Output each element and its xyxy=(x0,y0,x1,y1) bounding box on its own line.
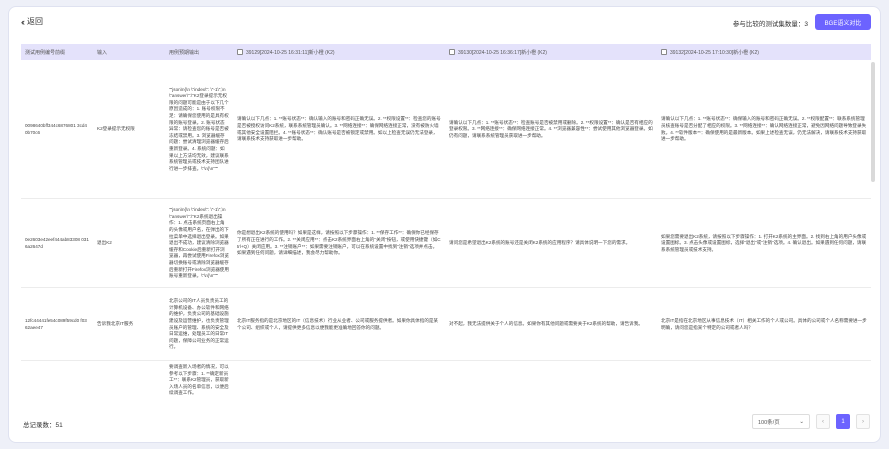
cell-run-3: 北京IT是指在北京地区从事信息技术（IT）相关工作的个人或公司。具体的公司或个人… xyxy=(661,317,867,330)
table-row: 0098640bff344c6876801 3cd40b70c6 K2登录提示无… xyxy=(21,61,871,199)
cell-input: K2登录提示无权限 xyxy=(97,126,135,132)
page-number-button[interactable]: 1 xyxy=(836,414,850,429)
table-row: 要调查新入场者的情况，可以参考以下步骤：1. **确定新员工**：联系K2管理员… xyxy=(21,362,871,412)
page-header: ‹‹ 返回 参与比较的测试集数量：3 BGE语义对比 xyxy=(9,7,880,37)
cell-expected: ""json\n{\n \"index\": \"-1\",\n \"answe… xyxy=(169,207,229,279)
cell-run-3: 如果您需要退出K2系统，请按照以下步骤操作：1. 打开K2系统的主界面。2. 找… xyxy=(661,233,867,252)
cell-id: 12fc44441fe54c089f59cd0 f0362aee47 xyxy=(25,317,87,330)
test-set-count: 参与比较的测试集数量：3 xyxy=(732,21,808,28)
cell-expected: 要调查新入场者的情况，可以参考以下步骤：1. **确定新员工**：联系K2管理员… xyxy=(169,364,229,396)
prev-page-button[interactable]: ‹ xyxy=(816,414,830,429)
cell-expected: ""json\n{\n \"index\": \"-1\",\n \"answe… xyxy=(169,86,229,171)
back-button[interactable]: ‹‹ 返回 xyxy=(21,16,43,27)
cell-run-2: 请问您是希望退出K2系统的账号还是关闭K2系统的应用程序？请具体说明一下您的需求… xyxy=(449,240,631,246)
total-records-value: 51 xyxy=(55,422,63,429)
column-header-input: 输入 xyxy=(97,49,108,56)
cell-run-2: 对不起，我无法提供关于个人的信息。如果你有其他问题或需要关于K2系统的帮助，请告… xyxy=(449,321,643,327)
cell-run-2: 请确认以下几点：1. **账号状态**：检查账号是否被禁用或删除。2. **权限… xyxy=(449,119,653,138)
vertical-scrollbar[interactable] xyxy=(871,62,875,182)
cell-run-3 xyxy=(657,362,871,412)
cell-input: 告诉我北京IT服务 xyxy=(97,321,134,327)
cell-run-3: 请确认以下几点：1. **账号状态**：确保输入的账号和密码正确无误。2. **… xyxy=(661,116,867,142)
table-row: 0e2603e42eef444ab83308 0316a2647d 退出K2 "… xyxy=(21,200,871,288)
column-header-id: 测试用例编号前缀 xyxy=(25,49,66,56)
cell-id xyxy=(21,362,93,412)
cell-run-1: 你是想退出K2系统的使用吗？如果是这样，请按照以下步骤操作：1. **保存工作*… xyxy=(237,230,441,256)
cell-run-1 xyxy=(233,362,445,412)
results-table: 测试用例编号前缀 输入 用例预期输出 39129[2024-10-25 16:3… xyxy=(21,44,871,412)
column-header-run-3: 39132[2024-10-25 17:10:30]新小橙 (K2) xyxy=(657,44,871,60)
run-3-checkbox[interactable] xyxy=(661,49,667,55)
total-records: 总记录数：51 xyxy=(23,422,63,429)
table-header: 测试用例编号前缀 输入 用例预期输出 39129[2024-10-25 16:3… xyxy=(21,44,871,60)
main-panel: ‹‹ 返回 参与比较的测试集数量：3 BGE语义对比 测试用例编号前缀 输入 用… xyxy=(8,6,881,443)
table-row: 12fc44441fe54c089f59cd0 f0362aee47 告诉我北京… xyxy=(21,289,871,361)
page-size-select[interactable]: 100条/页 ⌄ xyxy=(752,414,810,429)
column-header-run-1: 39129[2024-10-25 16:31:11]新小橙 (K2) xyxy=(233,44,445,60)
run-1-checkbox[interactable] xyxy=(237,49,243,55)
test-set-count-value: 3 xyxy=(804,21,808,28)
cell-id: 0e2603e42eef444ab83308 0316a2647d xyxy=(25,236,89,249)
column-header-run-2: 39130[2024-10-25 16:36:17]新小橙 (K2) xyxy=(445,44,657,60)
pagination: 100条/页 ⌄ ‹ 1 › xyxy=(752,414,870,429)
cell-run-1: 北京IT服务指的是北京地区的IT（信息技术）行业从业者、公司或服务提供者。如果你… xyxy=(237,317,439,330)
cell-run-1: 请确认以下几点：1. **账号状态**：确认输入的账号和密码正确无误。2. **… xyxy=(237,116,441,142)
chevron-down-icon: ⌄ xyxy=(799,418,804,425)
bge-compare-button[interactable]: BGE语义对比 xyxy=(815,14,871,30)
cell-expected: 北京公司的IT人员负责员工的计算机设备、办公软件和网络的维护，负责公司的基础设施… xyxy=(169,298,229,350)
cell-input: 退出K2 xyxy=(97,240,112,246)
cell-run-2 xyxy=(445,362,657,412)
column-header-expected: 用例预期输出 xyxy=(169,49,200,56)
double-chevron-left-icon: ‹‹ xyxy=(21,16,25,27)
run-2-checkbox[interactable] xyxy=(449,49,455,55)
back-label: 返回 xyxy=(27,17,43,26)
next-page-button[interactable]: › xyxy=(856,414,870,429)
cell-input xyxy=(93,362,165,412)
cell-id: 0098640bff344c6876801 3cd40b70c6 xyxy=(25,122,87,135)
